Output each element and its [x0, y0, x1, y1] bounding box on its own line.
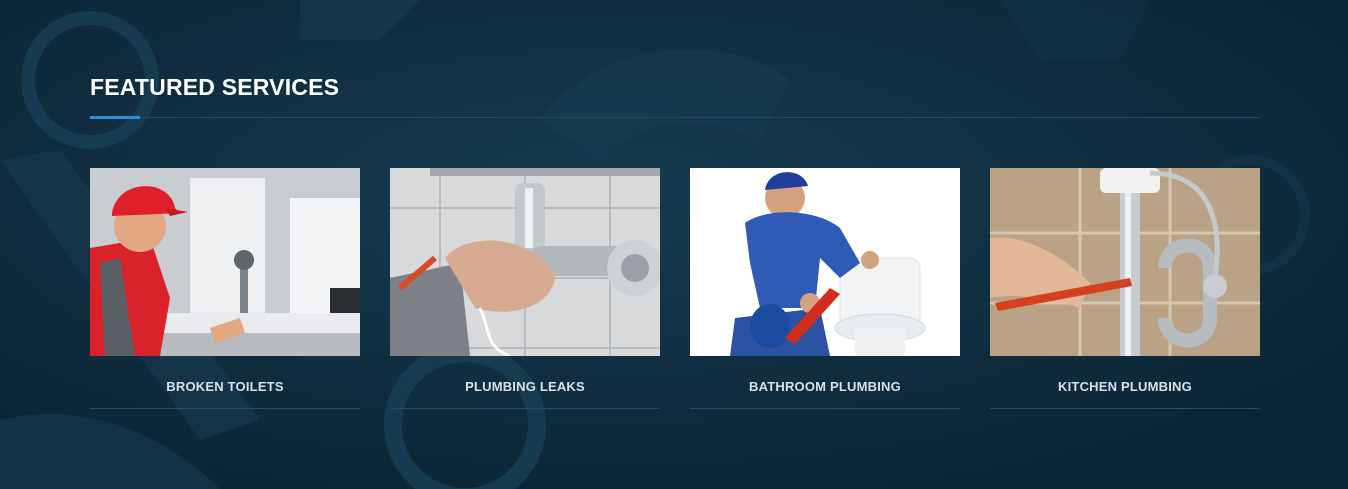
title-divider: [90, 117, 1260, 118]
service-title-plumbing-leaks[interactable]: PLUMBING LEAKS: [390, 379, 660, 394]
featured-services-section: FEATURED SERVICES BROKEN TOILETS PLUMBIN…: [90, 0, 1260, 489]
sink-drain-photo[interactable]: [990, 168, 1260, 356]
service-title-bathroom-plumbing[interactable]: BATHROOM PLUMBING: [690, 379, 960, 394]
services-grid: BROKEN TOILETS PLUMBING LEAKS BATHROOM P…: [90, 168, 1260, 418]
leaking-tap-photo[interactable]: [390, 168, 660, 356]
plumber-with-wrench-photo[interactable]: [690, 168, 960, 356]
card-divider: [390, 408, 660, 409]
plumber-at-sink-photo[interactable]: [90, 168, 360, 356]
card-divider: [90, 408, 360, 409]
title-accent-bar: [90, 116, 140, 119]
card-divider: [990, 408, 1260, 409]
card-divider: [690, 408, 960, 409]
service-title-kitchen-plumbing[interactable]: KITCHEN PLUMBING: [990, 379, 1260, 394]
section-title: FEATURED SERVICES: [90, 74, 340, 100]
service-title-broken-toilets[interactable]: BROKEN TOILETS: [90, 379, 360, 394]
service-card-bathroom-plumbing[interactable]: BATHROOM PLUMBING: [690, 168, 960, 410]
service-card-plumbing-leaks[interactable]: PLUMBING LEAKS: [390, 168, 660, 410]
service-card-broken-toilets[interactable]: BROKEN TOILETS: [90, 168, 360, 410]
service-card-kitchen-plumbing[interactable]: KITCHEN PLUMBING: [990, 168, 1260, 410]
